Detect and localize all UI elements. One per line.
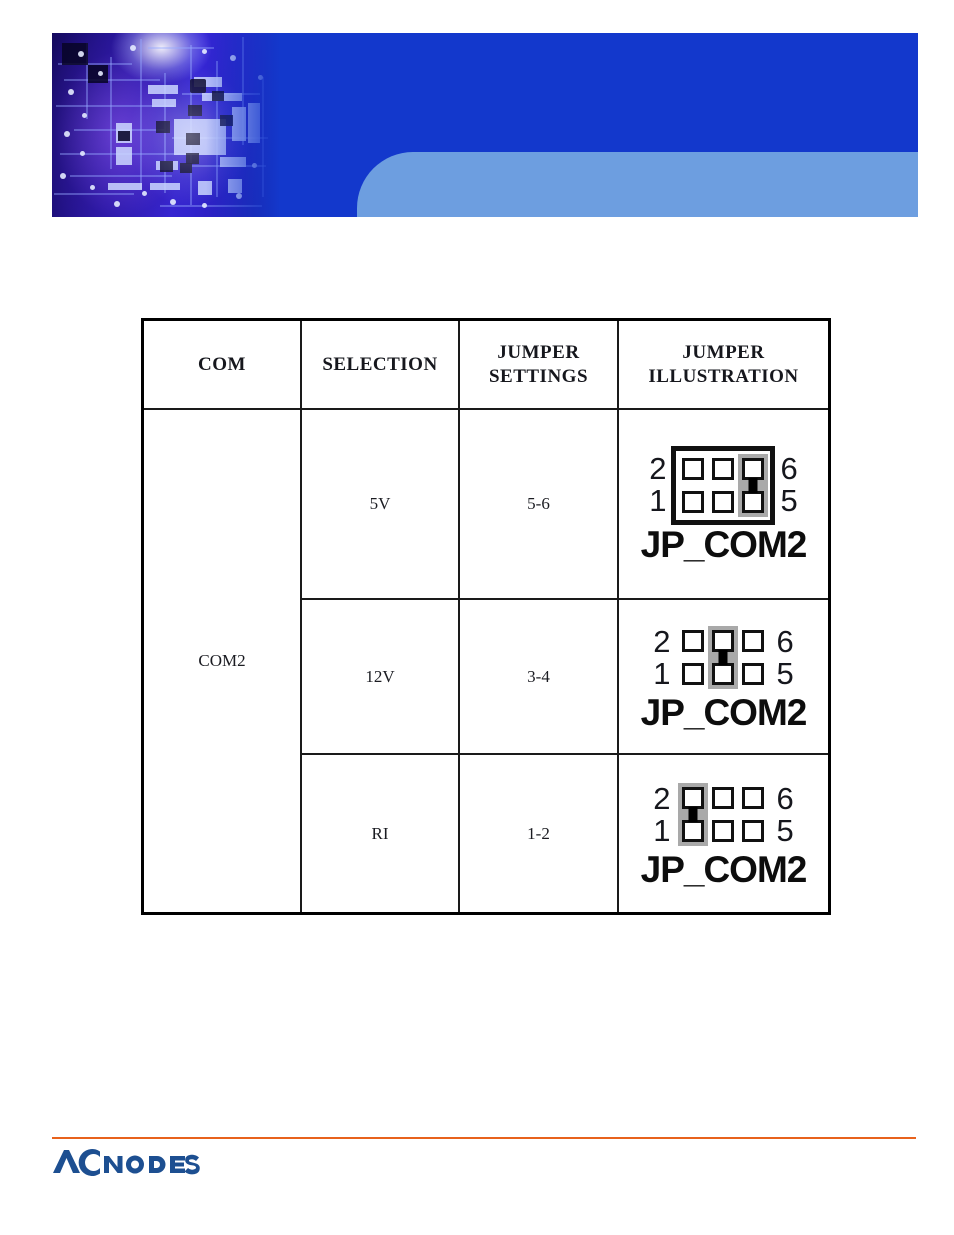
pin-number-bottom-right-row2: 5: [776, 655, 794, 691]
jumper-settings-value-row3: 1-2: [527, 823, 550, 843]
pin-number-top-right-row2: 6: [776, 623, 794, 659]
pin-column-1-row2: [678, 626, 708, 689]
pin-grid-row2: [675, 622, 771, 693]
pin-column-3-row1-highlighted: [738, 453, 769, 517]
pin-number-bottom-left-row2: 1: [653, 655, 671, 691]
pin-6: [742, 457, 765, 480]
table-cell-com-group: COM2: [144, 410, 300, 912]
jumper-settings-value-row1: 5-6: [527, 494, 550, 513]
pin-5: [742, 663, 765, 685]
table-row: 12V: [302, 600, 458, 753]
pin-2: [682, 787, 705, 809]
pin-1: [682, 820, 705, 842]
header-banner: [52, 33, 918, 217]
pin-number-bottom-right-row3: 5: [776, 812, 794, 848]
pin-number-top-left-row2: 2: [653, 623, 671, 659]
jumper-diagram-row2: 2 1 6 5 JP_COM2: [640, 622, 808, 733]
table-cell-illustration-row3: 2 1 6 5 JP_COM2: [619, 755, 828, 912]
jumper-diagram-row3: 2 1 6 5 JP_COM2: [640, 779, 808, 890]
selection-value-row3: RI: [371, 823, 389, 843]
table-header-illustration-line2: ILLUSTRATION: [648, 365, 799, 387]
jumper-settings-value-row2: 3-4: [527, 666, 550, 686]
table-header-illustration-line1: JUMPER: [682, 341, 765, 363]
table-header-com-label: COM: [198, 353, 246, 375]
table-header-jumper-illustration: JUMPER ILLUSTRATION: [619, 321, 828, 408]
jumper-connector-icon: [688, 807, 698, 822]
pin-numbers-left-row1: 2 1: [649, 453, 666, 516]
pin-column-2-row3: [708, 783, 738, 846]
selection-value-row1: 5V: [369, 494, 391, 513]
table-cell-illustration-row1: 2 1 6 5 JP_COM2: [619, 410, 828, 598]
acnodes-logo: [52, 1143, 222, 1177]
jumper-connector-icon: [748, 477, 758, 493]
table-cell-illustration-row2: 2 1 6 5 JP_COM2: [619, 600, 828, 753]
pin-numbers-right-row2: 6 5: [776, 626, 793, 689]
pin-number-top-left-row3: 2: [653, 780, 671, 816]
table-row: RI: [302, 755, 458, 912]
pin-4: [712, 630, 735, 652]
pin-number-bottom-left-row3: 1: [653, 812, 671, 848]
pin-numbers-right-row1: 6 5: [780, 453, 797, 516]
jumper-header-label-row1: JP_COM2: [640, 523, 808, 565]
banner-accent-shape: [357, 152, 918, 217]
pin-5: [742, 490, 765, 513]
pin-numbers-left-row3: 2 1: [653, 783, 670, 846]
pin-1: [682, 663, 705, 685]
pin-1: [682, 490, 705, 513]
com-port-label: COM2: [198, 651, 246, 670]
table-cell-settings-row1: 5-6: [460, 410, 617, 598]
pin-numbers-left-row2: 2 1: [653, 626, 670, 689]
pin-grid-row1: [671, 445, 776, 525]
pin-3: [712, 490, 735, 513]
pin-number-bottom-left-row1: 1: [649, 483, 667, 518]
pin-2: [682, 630, 705, 652]
jumper-header-label-row3: JP_COM2: [640, 849, 808, 890]
selection-value-row2: 12V: [365, 666, 395, 686]
pin-column-1-row3-highlighted: [678, 783, 709, 846]
pin-number-bottom-right-row1: 5: [780, 483, 798, 518]
table-header-jumper-settings: JUMPER SETTINGS: [460, 321, 617, 408]
pin-4: [712, 457, 735, 480]
pin-number-top-left-row1: 2: [649, 451, 667, 487]
pin-column-3-row2: [738, 626, 768, 689]
pin-column-2-row1: [708, 454, 738, 517]
table-header-settings-line2: SETTINGS: [488, 365, 589, 387]
footer-divider: [52, 1137, 916, 1139]
table-header-com: COM: [144, 321, 300, 408]
table-cell-settings-row3: 1-2: [460, 755, 617, 912]
pin-column-3-row3: [738, 783, 768, 846]
acnodes-logo-icon: [53, 1149, 200, 1176]
pin-column-2-row2-highlighted: [708, 626, 739, 689]
pin-6: [742, 787, 765, 809]
jumper-settings-table: COM SELECTION JUMPER SETTINGS JUMPER ILL…: [141, 318, 831, 915]
pin-3: [712, 820, 735, 842]
table-header-selection: SELECTION: [302, 321, 458, 408]
jumper-header-label-row2: JP_COM2: [640, 692, 808, 733]
pin-grid-row3: [675, 779, 771, 850]
pin-3: [712, 663, 735, 685]
table-header-settings-line1: JUMPER: [497, 341, 580, 363]
jumper-connector-icon: [718, 650, 728, 665]
table-row: 5V: [302, 410, 458, 598]
table-header-selection-label: SELECTION: [322, 353, 438, 375]
jumper-diagram-row1: 2 1 6 5 JP_COM2: [640, 445, 808, 565]
table-cell-settings-row2: 3-4: [460, 600, 617, 753]
pin-column-1-row1: [678, 454, 708, 517]
pin-number-top-right-row1: 6: [780, 451, 798, 487]
pin-number-top-right-row3: 6: [776, 780, 794, 816]
circuit-board-image: [52, 33, 280, 217]
pin-5: [742, 820, 765, 842]
pin-6: [742, 630, 765, 652]
pin-2: [682, 457, 705, 480]
pin-4: [712, 787, 735, 809]
pin-numbers-right-row3: 6 5: [776, 783, 793, 846]
